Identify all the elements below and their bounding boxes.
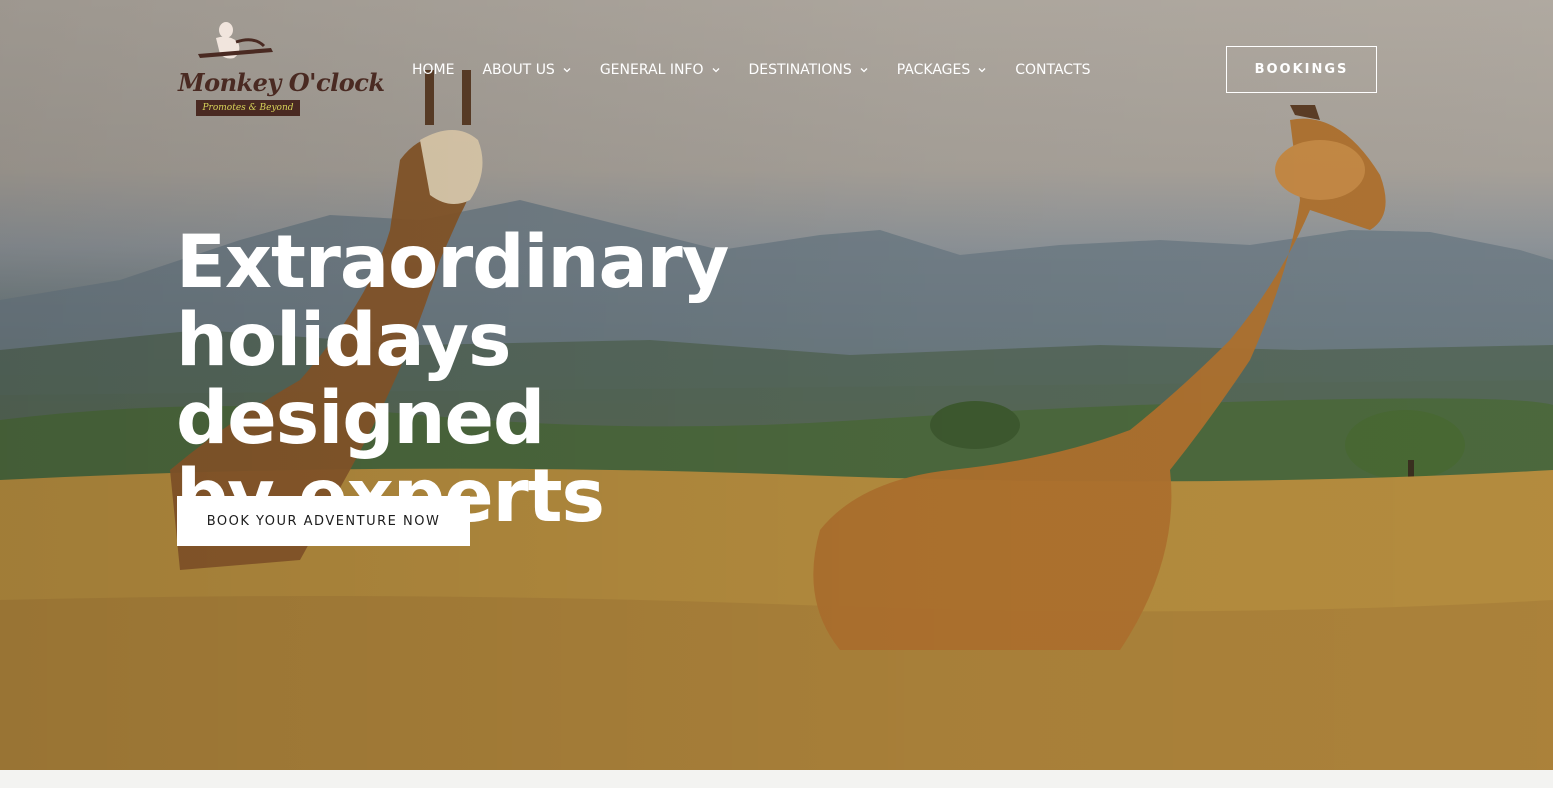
monkey-mascot-icon [198,22,273,59]
book-adventure-button[interactable]: BOOK YOUR ADVENTURE NOW [177,496,470,546]
hero-headline: Extraordinary holidays designed by exper… [176,224,896,536]
hero-headline-line-2: holidays designed [176,298,545,461]
nav-item-about-us[interactable]: ABOUT US [482,62,571,78]
nav-item-contacts[interactable]: CONTACTS [1015,62,1090,78]
nav-item-label: GENERAL INFO [599,62,704,78]
hero-section: Monkey O'clock Promotes & Beyond HOME AB… [0,0,1553,770]
nav-item-home[interactable]: HOME [412,62,454,78]
nav-item-label: ABOUT US [482,62,555,78]
chevron-down-icon [978,68,986,73]
brand-name: Monkey O'clock [178,68,385,97]
chevron-down-icon [860,68,868,73]
chevron-down-icon [712,68,719,73]
nav-item-packages[interactable]: PACKAGES [897,62,988,78]
chevron-down-icon [563,68,571,73]
next-section-edge [0,770,1553,788]
nav-item-destinations[interactable]: DESTINATIONS [749,62,869,78]
nav-item-label: DESTINATIONS [748,62,852,78]
brand-logo[interactable]: Monkey O'clock Promotes & Beyond [176,16,385,120]
nav-item-label: HOME [412,62,455,78]
nav-item-label: CONTACTS [1015,62,1091,78]
nav-item-label: PACKAGES [896,62,971,78]
bookings-button[interactable]: BOOKINGS [1226,46,1377,93]
main-nav: HOME ABOUT US GENERAL INFO DESTINATIONS … [412,58,1119,82]
brand-tagline: Promotes & Beyond [196,100,300,116]
hero-headline-line-1: Extraordinary [176,220,729,305]
nav-item-general-info[interactable]: GENERAL INFO [600,62,721,78]
